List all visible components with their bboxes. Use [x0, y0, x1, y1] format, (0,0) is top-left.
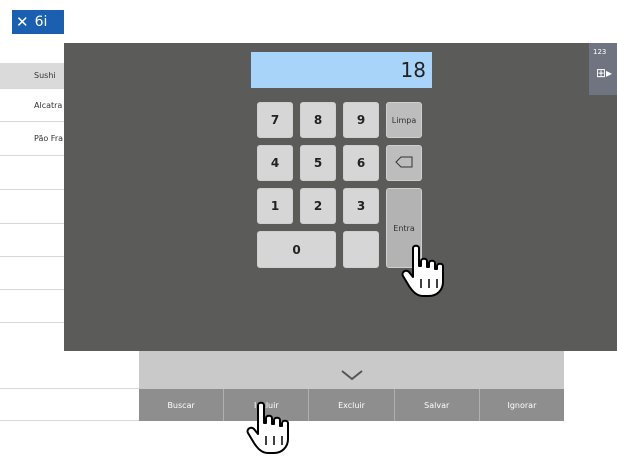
key-0[interactable]: 0	[257, 231, 336, 268]
close-tab-label: 6i	[34, 14, 48, 30]
list-item[interactable]	[0, 356, 139, 389]
keypad-toggle-icon[interactable]: ⊞▸	[596, 66, 612, 80]
numeric-display: 18	[251, 52, 432, 88]
key-blank[interactable]	[343, 231, 379, 268]
toolbar: Buscar Incluir Excluir Salvar Ignorar	[139, 389, 564, 421]
backspace-icon	[395, 156, 413, 170]
list-item[interactable]: Sushi	[0, 63, 64, 89]
hand-pointer-icon	[246, 401, 289, 454]
key-5[interactable]: 5	[300, 145, 336, 181]
clear-button[interactable]: Limpa	[386, 102, 422, 138]
list-item[interactable]	[0, 257, 64, 290]
delete-button[interactable]: Excluir	[309, 389, 395, 421]
close-icon[interactable]: ✕	[16, 10, 29, 34]
list-item[interactable]	[0, 224, 64, 257]
key-6[interactable]: 6	[343, 145, 379, 181]
list-item[interactable]	[0, 190, 64, 224]
list-item[interactable]	[0, 156, 64, 190]
key-4[interactable]: 4	[257, 145, 293, 181]
ignore-button[interactable]: Ignorar	[480, 389, 564, 421]
search-button[interactable]: Buscar	[139, 389, 225, 421]
list-item[interactable]: Alcatra	[0, 89, 64, 122]
keypad-modal	[64, 43, 617, 351]
close-tab[interactable]: ✕ 6i	[12, 10, 64, 34]
list-item[interactable]	[0, 389, 139, 421]
key-8[interactable]: 8	[300, 102, 336, 138]
key-7[interactable]: 7	[257, 102, 293, 138]
chevron-down-icon[interactable]	[340, 368, 364, 382]
list-item[interactable]: Pão Fra	[0, 122, 64, 156]
key-9[interactable]: 9	[343, 102, 379, 138]
side-panel-label: 123	[593, 48, 607, 56]
hand-pointer-icon	[401, 244, 444, 297]
key-1[interactable]: 1	[257, 188, 293, 224]
list-item[interactable]	[0, 290, 64, 323]
key-2[interactable]: 2	[300, 188, 336, 224]
key-3[interactable]: 3	[343, 188, 379, 224]
backspace-button[interactable]	[386, 145, 422, 181]
save-button[interactable]: Salvar	[395, 389, 480, 421]
